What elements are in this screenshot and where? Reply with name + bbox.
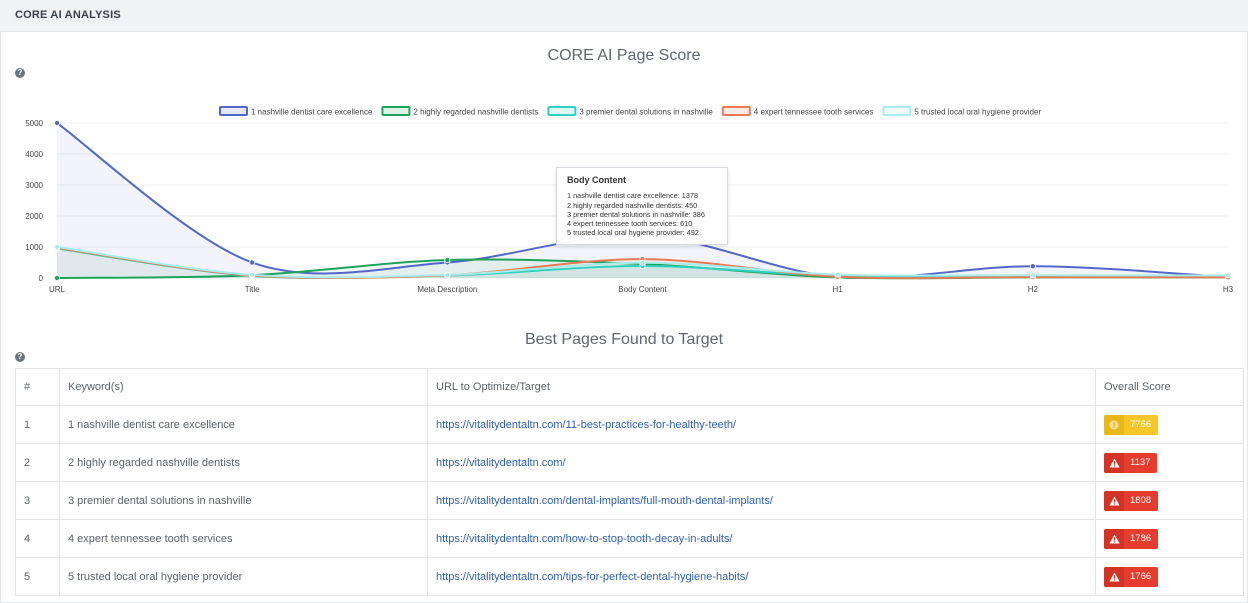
score-value: 1766 (1130, 571, 1152, 582)
data-point (54, 119, 61, 126)
legend-swatch (547, 106, 577, 116)
row-url-link[interactable]: https://vitalitydentaltn.com/dental-impl… (427, 481, 1096, 520)
score-badge: 1786 (1104, 528, 1159, 549)
row-keyword: 4 expert tennessee tooth services (59, 519, 428, 558)
score-badge: 1808 (1104, 490, 1159, 511)
table-row: 4 4 expert tennessee tooth services http… (15, 519, 1244, 558)
tooltip-line: 5 trusted local oral hygiene provider: 4… (567, 228, 699, 238)
score-value: 1137 (1130, 457, 1151, 468)
row-keyword: 3 premier dental solutions in nashville (59, 481, 428, 520)
legend-label: 2 highly regarded nashville dentists (413, 108, 538, 117)
row-url-link[interactable]: https://vitalitydentaltn.com/ (427, 443, 1096, 482)
row-number: 3 (15, 481, 60, 520)
tooltip-title: Body Content (567, 175, 626, 185)
tooltip-line: 3 premier dental solutions in nashville:… (567, 209, 705, 219)
data-point (1225, 272, 1232, 279)
table-title: Best Pages Found to Target (524, 331, 724, 348)
score-badge: 7766 (1104, 414, 1159, 435)
x-tick-label: Title (245, 285, 260, 294)
x-tick-label: H1 (833, 285, 844, 294)
legend-swatch (721, 106, 751, 116)
chart-legend: 1 nashville dentist care excellence 2 hig… (219, 106, 1041, 117)
warning-triangle-icon (1104, 452, 1124, 473)
row-number: 1 (15, 405, 60, 444)
row-score-cell: 7766 (1095, 405, 1244, 444)
row-keyword: 1 nashville dentist care excellence (59, 405, 428, 444)
col-header-score: Overall Score (1095, 368, 1244, 406)
y-tick-label: 2000 (25, 212, 43, 221)
row-keyword: 5 trusted local oral hygiene provider (59, 557, 428, 596)
data-point (639, 259, 646, 266)
legend-swatch (381, 106, 411, 116)
data-point (1029, 263, 1036, 270)
tooltip-line: 1 nashville dentist care excellence: 137… (567, 191, 699, 201)
table-row: 2 2 highly regarded nashville dentists h… (15, 443, 1244, 482)
score-value: 1808 (1130, 495, 1152, 506)
x-tick-label: H3 (1223, 285, 1234, 294)
score-value: 7766 (1130, 419, 1152, 430)
row-score-cell: 1786 (1095, 519, 1244, 558)
x-tick-label: H2 (1028, 285, 1039, 294)
y-tick-label: 4000 (25, 150, 43, 159)
legend-swatch (219, 106, 248, 116)
panel-header: CORE AI ANALYSIS (0, 0, 1248, 32)
score-badge: 1766 (1104, 566, 1159, 587)
col-header-url: URL to Optimize/Target (427, 368, 1096, 406)
circle-exclamation-icon (1104, 414, 1124, 435)
row-keyword: 2 highly regarded nashville dentists (59, 443, 428, 482)
row-number: 2 (15, 443, 60, 482)
legend-label: 3 premier dental solutions in nashville (579, 108, 713, 117)
best-pages-table: # Keyword(s) URL to Optimize/Target Over… (15, 368, 1244, 596)
data-point (444, 271, 451, 278)
panel-title: CORE AI ANALYSIS (15, 9, 121, 21)
y-tick-label: 3000 (25, 181, 43, 190)
data-point (1029, 272, 1036, 279)
table-row: 1 1 nashville dentist care excellence ht… (15, 405, 1244, 444)
y-tick-label: 1000 (25, 243, 43, 252)
table-header-row: # Keyword(s) URL to Optimize/Target Over… (15, 368, 1244, 406)
tooltip-line: 2 highly regarded nashville dentists: 45… (567, 200, 698, 210)
warning-triangle-icon (1104, 490, 1124, 511)
row-score-cell: 1766 (1095, 557, 1244, 596)
chart-help-icon[interactable]: ? (15, 68, 25, 78)
x-tick-label: Meta Description (417, 285, 477, 294)
x-tick-label: Body Content (618, 285, 667, 294)
row-url-link[interactable]: https://vitalitydentaltn.com/11-best-pra… (427, 405, 1096, 444)
col-header-num: # (15, 368, 60, 406)
warning-triangle-icon (1104, 528, 1124, 549)
row-score-cell: 1137 (1095, 443, 1244, 482)
row-score-cell: 1808 (1095, 481, 1244, 520)
chart-tooltip: Body Content 1 nashville dentist care ex… (556, 167, 728, 245)
data-point (444, 257, 451, 264)
data-point (54, 243, 61, 250)
data-point (834, 271, 841, 278)
col-header-keyword: Keyword(s) (59, 368, 428, 406)
y-tick-label: 0 (39, 274, 44, 283)
y-tick-label: 5000 (25, 119, 43, 128)
score-value: 1786 (1130, 533, 1152, 544)
row-url-link[interactable]: https://vitalitydentaltn.com/tips-for-pe… (427, 557, 1096, 596)
table-help-icon[interactable]: ? (15, 352, 25, 362)
data-point (54, 274, 61, 281)
row-number: 4 (15, 519, 60, 558)
chart-title: CORE AI Page Score (547, 47, 701, 64)
x-tick-label: URL (49, 285, 66, 294)
legend-label: 1 nashville dentist care excellence (251, 108, 373, 117)
legend-swatch (882, 106, 912, 116)
data-point (249, 259, 256, 266)
row-number: 5 (15, 557, 60, 596)
legend-label: 4 expert tennessee tooth services (754, 108, 874, 117)
table-row: 5 5 trusted local oral hygiene provider … (15, 557, 1244, 596)
score-badge: 1137 (1104, 452, 1158, 473)
warning-triangle-icon (1104, 566, 1124, 587)
data-point (249, 271, 256, 278)
legend-label: 5 trusted local oral hygiene provider (914, 108, 1041, 117)
table-row: 3 3 premier dental solutions in nashvill… (15, 481, 1244, 520)
tooltip-line: 4 expert tennessee tooth services: 610 (567, 219, 693, 229)
row-url-link[interactable]: https://vitalitydentaltn.com/how-to-stop… (427, 519, 1096, 558)
